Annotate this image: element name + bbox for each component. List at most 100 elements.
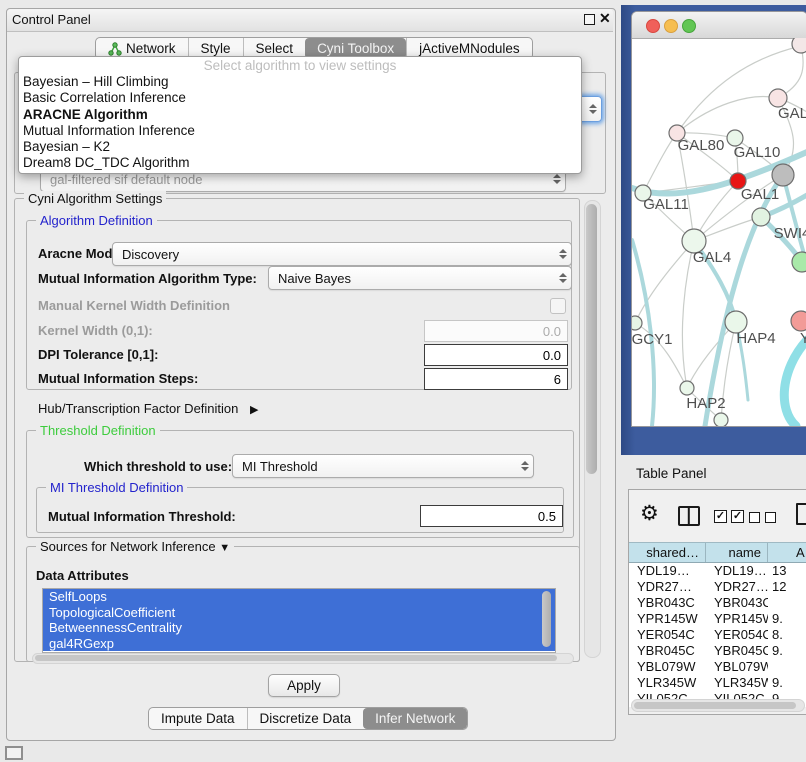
settings-scrollbar-thumb[interactable] <box>586 204 597 474</box>
tab-infer-network[interactable]: Infer Network <box>363 708 467 729</box>
node-swi4[interactable] <box>752 208 770 226</box>
node-gcy1[interactable] <box>632 316 642 330</box>
collapsed-panel-icon[interactable] <box>5 746 23 760</box>
node-y[interactable] <box>791 311 806 331</box>
manual-kernel-checkbox[interactable] <box>550 298 566 314</box>
combo-arrows-icon <box>555 273 571 283</box>
checkbox-checked-icon[interactable]: ✓ <box>731 510 744 523</box>
mi-steps-label: Mutual Information Steps: <box>38 371 198 386</box>
zoom-traffic-icon[interactable] <box>682 19 696 33</box>
list-item[interactable]: BetweennessCentrality <box>43 620 555 636</box>
algorithm-item-selected[interactable]: ARACNE Algorithm <box>19 107 581 123</box>
checkbox-checked-icon[interactable]: ✓ <box>714 510 727 523</box>
node-gray[interactable] <box>772 164 794 186</box>
column-header-partial[interactable]: A <box>768 543 806 562</box>
column-header-shared-name[interactable]: shared… <box>629 543 706 562</box>
mi-threshold-field-wrap <box>420 505 563 527</box>
mi-steps-field[interactable] <box>424 368 568 390</box>
edges-teal <box>632 152 806 426</box>
data-attributes-label: Data Attributes <box>36 568 129 583</box>
algorithm-popup: Select algorithm to view settings Bayesi… <box>18 56 582 174</box>
close-icon[interactable]: ✕ <box>599 10 611 27</box>
node-bottom[interactable] <box>714 413 728 426</box>
list-item[interactable]: gal4RGexp <box>43 636 555 652</box>
kernel-width-field[interactable] <box>424 320 568 342</box>
control-panel-titlebar[interactable] <box>7 9 613 32</box>
node-label: SWI4 <box>774 225 806 242</box>
table-row[interactable]: YER054C YER054C 8. <box>629 627 806 643</box>
table-row[interactable]: YBL079W YBL079W <box>629 659 806 675</box>
checkbox-empty-icon[interactable] <box>749 512 760 523</box>
node-labels: GAL GAL80 GAL10 GAL1 GAL11 SWI4 GAL4 GCY… <box>632 105 806 412</box>
mi-threshold-label: Mutual Information Threshold: <box>48 509 236 524</box>
mi-type-combo[interactable]: Naive Bayes <box>268 266 572 290</box>
algorithm-item[interactable]: Dream8 DC_TDC Algorithm <box>19 155 581 171</box>
new-table-icon[interactable] <box>796 503 806 525</box>
mi-threshold-group-title: MI Threshold Definition <box>46 480 187 495</box>
list-hscrollbar-thumb[interactable] <box>35 655 557 661</box>
table-row[interactable]: YDL19… YDL19… 13 <box>629 563 806 579</box>
node-label: GAL4 <box>693 249 731 266</box>
node-label: HAP2 <box>686 395 725 412</box>
mi-threshold-field[interactable] <box>420 505 563 527</box>
table-header-row: shared… name A <box>629 542 806 563</box>
float-window-icon[interactable] <box>584 14 595 25</box>
table-panel-title: Table Panel <box>636 466 707 481</box>
node-label: Y <box>800 330 806 347</box>
tab-discretize-data[interactable]: Discretize Data <box>247 708 364 729</box>
tab-impute-data[interactable]: Impute Data <box>149 708 247 729</box>
kernel-width-field-wrap <box>424 320 568 342</box>
control-panel-title: Control Panel <box>12 12 91 27</box>
table-row[interactable]: YDR27… YDR27… 12 <box>629 579 806 595</box>
expanded-arrow-icon[interactable]: ▼ <box>219 542 230 554</box>
table-hscrollbar[interactable] <box>631 699 805 712</box>
algorithm-item[interactable]: Bayesian – K2 <box>19 139 581 155</box>
algorithm-item[interactable]: Mutual Information Inference <box>19 123 581 139</box>
table-row[interactable]: YPR145W YPR145W 9. <box>629 611 806 627</box>
apply-button[interactable]: Apply <box>268 674 340 697</box>
edge-cyan <box>784 340 806 426</box>
network-window-titlebar[interactable] <box>632 12 806 39</box>
list-scrollbar-thumb[interactable] <box>542 591 551 647</box>
algorithm-item[interactable]: Bayesian – Hill Climbing <box>19 74 581 90</box>
list-item[interactable]: TopologicalCoefficient <box>43 605 555 621</box>
checkbox-empty-icon[interactable] <box>765 512 776 523</box>
manual-kernel-label: Manual Kernel Width Definition <box>38 298 230 313</box>
mi-type-label: Mutual Information Algorithm Type: <box>38 271 257 286</box>
table-row[interactable]: YBR045C YBR045C 9. <box>629 643 806 659</box>
algorithm-item[interactable]: Basic Correlation Inference <box>19 90 581 106</box>
dpi-tolerance-field-wrap <box>424 344 568 366</box>
table-row[interactable]: YBR043C YBR043C <box>629 595 806 611</box>
combo-arrows-icon <box>517 461 533 471</box>
which-threshold-label: Which threshold to use: <box>84 459 232 474</box>
network-icon <box>108 42 122 56</box>
algorithm-definition-title: Algorithm Definition <box>36 213 157 228</box>
table-hscrollbar-thumb[interactable] <box>634 702 796 709</box>
screen: Control Panel ✕ Network Style Select <box>0 0 806 762</box>
column-header-name[interactable]: name <box>706 543 768 562</box>
aracne-mode-combo[interactable]: Discovery <box>112 242 572 266</box>
close-traffic-icon[interactable] <box>646 19 660 33</box>
gear-icon[interactable]: ⚙ <box>640 501 659 526</box>
node-table: shared… name A YDL19… YDL19… 13 YDR27… Y… <box>629 542 806 707</box>
list-item[interactable]: SelfLoops <box>43 589 555 605</box>
list-hscrollbar[interactable] <box>32 653 574 664</box>
data-attributes-list: SelfLoops TopologicalCoefficient Between… <box>42 588 556 653</box>
sources-group-title: Sources for Network Inference ▼ <box>36 539 234 554</box>
node-label: GCY1 <box>632 331 672 348</box>
mi-steps-field-wrap <box>424 368 568 390</box>
node-green-right[interactable] <box>792 252 806 272</box>
node-hap2[interactable] <box>680 381 694 395</box>
column-layout-icon[interactable] <box>678 506 700 526</box>
minimize-traffic-icon[interactable] <box>664 19 678 33</box>
network-view-window[interactable]: GAL GAL80 GAL10 GAL1 GAL11 SWI4 GAL4 GCY… <box>631 11 806 427</box>
hub-definition-toggle[interactable]: Hub/Transcription Factor Definition ▶ <box>38 401 258 416</box>
node-label: GAL80 <box>678 137 725 154</box>
settings-scrollbar[interactable] <box>584 200 601 658</box>
which-threshold-combo[interactable]: MI Threshold <box>232 454 534 478</box>
table-row[interactable]: YLR345W YLR345W 9. <box>629 675 806 691</box>
network-canvas[interactable]: GAL GAL80 GAL10 GAL1 GAL11 SWI4 GAL4 GCY… <box>632 38 806 426</box>
cyni-settings-title: Cyni Algorithm Settings <box>24 191 166 206</box>
dpi-tolerance-field[interactable] <box>424 344 568 366</box>
node-unlabeled[interactable] <box>792 38 806 53</box>
